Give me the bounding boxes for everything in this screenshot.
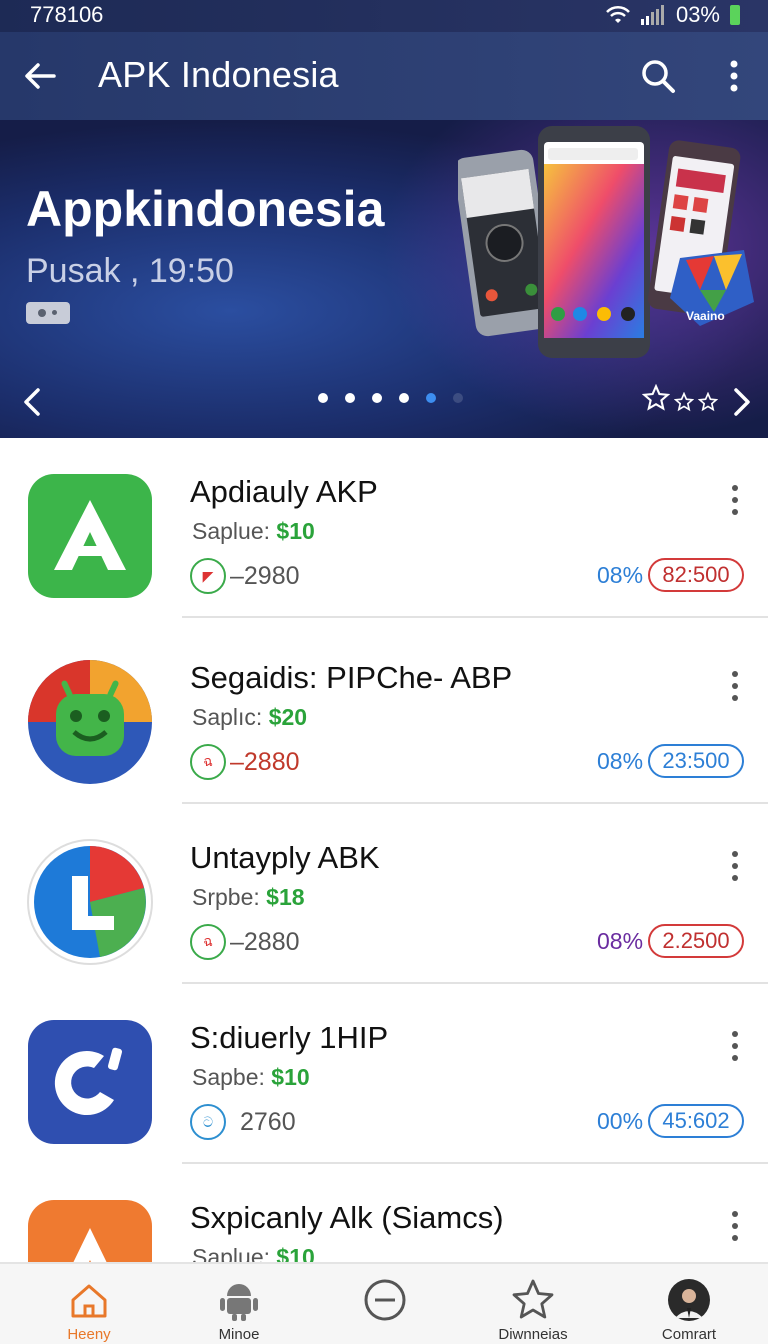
app-meta-value: 2760	[240, 1107, 296, 1136]
banner-headline: Appkindonesia	[26, 181, 385, 237]
wifi-icon	[606, 5, 630, 23]
app-list-item[interactable]: Apdiauly AKP Saplue: $10 ◤ –2980 08% 82:…	[0, 438, 768, 618]
signal-icon	[640, 5, 664, 25]
nav-item-minoe[interactable]: Minoe	[174, 1264, 304, 1344]
nav-label: Diwnneias	[498, 1326, 568, 1343]
item-more-icon[interactable]	[722, 666, 748, 706]
nav-label: Heeny	[67, 1326, 111, 1343]
nav-label: Comrart	[661, 1326, 717, 1343]
app-meta: ◤ –2980	[190, 558, 300, 594]
app-list-item[interactable]: Sxpicanly Alk (Siamcs) Saplue: $10	[0, 1164, 768, 1262]
banner-chip	[26, 302, 70, 324]
status-icons: 03%	[606, 2, 740, 28]
bottom-navigation: Heeny Minoe Diwnneias Comrart	[0, 1262, 768, 1344]
page-dot[interactable]	[372, 393, 382, 403]
app-meta: ට 2760	[190, 1104, 296, 1140]
item-more-icon[interactable]	[722, 1026, 748, 1066]
app-name: S:diuerly 1HIP	[190, 1020, 389, 1055]
app-list: Apdiauly AKP Saplue: $10 ◤ –2980 08% 82:…	[0, 438, 768, 1262]
download-badge-icon: ฉ	[190, 924, 226, 960]
app-value-pill[interactable]: 23:500	[648, 744, 744, 778]
app-value-pill[interactable]: 45:602	[648, 1104, 744, 1138]
page-dot[interactable]	[345, 393, 355, 403]
banner-prev-chevron-icon[interactable]	[18, 382, 48, 422]
status-bar: 778106 03%	[0, 0, 768, 32]
app-percent: 08%	[597, 562, 644, 588]
star-icon	[698, 392, 718, 412]
green-a-icon	[28, 474, 152, 598]
app-name: Segaidis: PIPChe- ABP	[190, 660, 513, 695]
app-meta: ฉ –2880	[190, 744, 300, 780]
phones-illustration: Vaaino	[458, 126, 754, 358]
app-list-item[interactable]: S:diuerly 1HIP Sapbe: $10 ට 2760 00% 45:…	[0, 984, 768, 1164]
nav-label: Minoe	[218, 1326, 260, 1343]
app-value-pill[interactable]: 82:500	[648, 558, 744, 592]
app-name: Untayply ABK	[190, 840, 380, 875]
status-time: 778106	[30, 2, 104, 27]
banner-logo-text: Vaaino	[686, 309, 725, 323]
app-list-item[interactable]: Segaidis: PIPChe- ABP Saplıc: $20 ฉ –288…	[0, 624, 768, 804]
app-price: Saplıc: $20	[192, 704, 308, 730]
avatar-icon	[668, 1279, 710, 1321]
orange-a-icon	[28, 1200, 152, 1262]
app-price: Sapbe: $10	[192, 1064, 310, 1090]
download-badge-icon: ◤	[190, 558, 226, 594]
back-arrow-icon[interactable]	[18, 54, 62, 98]
home-icon	[71, 1284, 107, 1318]
nav-item-favorites[interactable]: Diwnneias	[468, 1264, 598, 1344]
minus-circle-icon	[364, 1279, 406, 1321]
item-more-icon[interactable]	[722, 1206, 748, 1246]
banner-rating	[642, 384, 718, 412]
app-bar: APK Indonesia	[0, 32, 768, 120]
app-price: Saplue: $10	[192, 1244, 315, 1262]
app-list-item[interactable]: Untayply ABK Srpbe: $18 ฉ –2880 08% 2.25…	[0, 804, 768, 984]
app-name: Sxpicanly Alk (Siamcs)	[190, 1200, 504, 1235]
app-meta-value: –2980	[230, 561, 300, 590]
app-percent: 08%	[597, 748, 644, 774]
app-value-pill[interactable]: 2.2500	[648, 924, 744, 958]
more-vert-icon[interactable]	[712, 54, 756, 98]
page-dot[interactable]	[453, 393, 463, 403]
promo-banner[interactable]: Appkindonesia Pusak , 19:50 Vaaino	[0, 120, 768, 438]
android-icon	[220, 1284, 258, 1321]
star-icon	[674, 392, 694, 412]
star-icon	[642, 384, 670, 411]
battery-icon	[730, 5, 740, 25]
app-meta-value: –2880	[230, 747, 300, 776]
page-dot[interactable]	[399, 393, 409, 403]
item-more-icon[interactable]	[722, 480, 748, 520]
app-name: Apdiauly AKP	[190, 474, 378, 509]
blue-c-icon	[28, 1020, 152, 1144]
page-title: APK Indonesia	[98, 54, 339, 95]
app-percent: 08%	[597, 928, 644, 954]
colorful-l-icon	[27, 839, 153, 965]
banner-next-chevron-icon[interactable]	[726, 382, 756, 422]
banner-page-indicator[interactable]	[318, 393, 463, 403]
page-dot[interactable]	[318, 393, 328, 403]
app-percent: 00%	[597, 1108, 644, 1134]
app-meta: ฉ –2880	[190, 924, 300, 960]
item-more-icon[interactable]	[722, 846, 748, 886]
android-robot-icon	[28, 660, 152, 784]
battery-percent: 03%	[675, 2, 720, 27]
search-icon[interactable]	[636, 54, 680, 98]
banner-subtitle: Pusak , 19:50	[26, 252, 234, 290]
app-meta-value: –2880	[230, 927, 300, 956]
app-price: Srpbe: $18	[192, 884, 305, 910]
page-dot-active[interactable]	[426, 393, 436, 403]
nav-item-center[interactable]	[320, 1264, 450, 1344]
download-badge-icon: ට	[190, 1104, 226, 1140]
app-price: Saplue: $10	[192, 518, 315, 544]
nav-item-home[interactable]: Heeny	[24, 1264, 154, 1344]
download-badge-icon: ฉ	[190, 744, 226, 780]
nav-item-account[interactable]: Comrart	[624, 1264, 754, 1344]
star-icon	[512, 1279, 554, 1319]
